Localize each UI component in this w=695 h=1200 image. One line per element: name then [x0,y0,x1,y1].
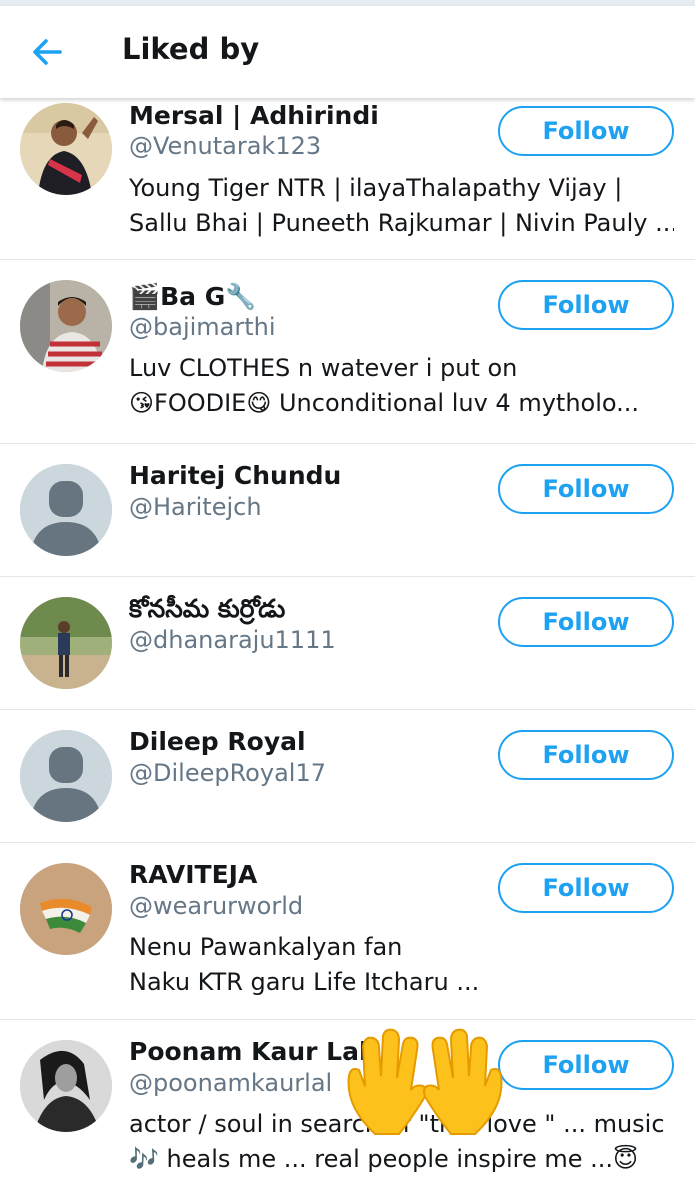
user-bio: Nenu Pawankalyan fan Naku KTR garu Life … [129,930,674,1000]
user-row-bajimarthi[interactable]: 🎬Ba G🔧 @bajimarthi Luv CLOTHES n watever… [0,260,695,444]
default-avatar-icon [20,464,112,556]
follow-button[interactable]: Follow [498,280,674,330]
user-name: Mersal | Adhirindi [129,101,379,130]
follow-button[interactable]: Follow [498,1040,674,1090]
follow-button[interactable]: Follow [498,730,674,780]
user-bio: Young Tiger NTR | ilayaThalapathy Vijay … [129,171,674,241]
user-bio: Luv CLOTHES n watever i put on 😘FOODIE😋 … [129,351,674,421]
bio-line: Naku KTR garu Life Itcharu ... [129,968,480,996]
avatar[interactable] [20,280,112,372]
back-button[interactable] [26,32,70,72]
default-avatar-icon [20,730,112,822]
app-header: Liked by [0,6,695,98]
bio-line: 🎶 heals me ... real people inspire me ..… [129,1145,639,1173]
user-handle: @wearurworld [129,892,304,920]
bio-line: Young Tiger NTR | ilayaThalapathy Vijay … [129,174,623,202]
avatar[interactable] [20,1040,112,1132]
bio-line: Nenu Pawankalyan fan [129,933,403,961]
profile-photo-icon [20,863,112,955]
profile-photo-icon [20,103,112,195]
user-handle: @poonamkaurlal [129,1069,333,1097]
user-row-dhanaraju1111[interactable]: కోనసీమ కుర్రోడు @dhanaraju1111 Follow [0,577,695,710]
bio-line: Luv CLOTHES n watever i put on [129,354,518,382]
page-title: Liked by [122,32,260,66]
raised-hands-icon [347,1028,503,1135]
bio-line: 😘FOODIE😋 Unconditional luv 4 mytholo... [129,389,640,417]
avatar[interactable] [20,464,112,556]
user-row-wearurworld[interactable]: RAVITEJA @wearurworld Nenu Pawankalyan f… [0,843,695,1020]
profile-photo-icon [20,280,112,372]
user-name: Poonam Kaur Lal [129,1037,368,1066]
arrow-left-icon [33,39,62,65]
follow-button[interactable]: Follow [498,597,674,647]
user-name: 🎬Ba G🔧 [129,282,257,311]
user-handle: @Venutarak123 [129,132,322,160]
follow-button[interactable]: Follow [498,106,674,156]
user-handle: @dhanaraju1111 [129,626,336,654]
user-row-haritejch[interactable]: Haritej Chundu @Haritejch Follow [0,444,695,577]
user-row-dileeproyal17[interactable]: Dileep Royal @DileepRoyal17 Follow [0,710,695,843]
user-name: Haritej Chundu [129,461,342,490]
user-name: RAVITEJA [129,860,258,889]
follow-button[interactable]: Follow [498,863,674,913]
follow-button[interactable]: Follow [498,464,674,514]
user-row-venutarak123[interactable]: Mersal | Adhirindi @Venutarak123 Young T… [0,98,695,260]
user-handle: @bajimarthi [129,313,276,341]
user-handle: @DileepRoyal17 [129,759,326,787]
avatar[interactable] [20,863,112,955]
user-name: కోనసీమ కుర్రోడు [129,594,286,623]
user-handle: @Haritejch [129,493,262,521]
user-name: Dileep Royal [129,727,306,756]
avatar[interactable] [20,730,112,822]
avatar[interactable] [20,103,112,195]
profile-photo-icon [20,1040,112,1132]
bio-line: Sallu Bhai | Puneeth Rajkumar | Nivin Pa… [129,209,674,237]
profile-photo-icon [20,597,112,689]
avatar[interactable] [20,597,112,689]
